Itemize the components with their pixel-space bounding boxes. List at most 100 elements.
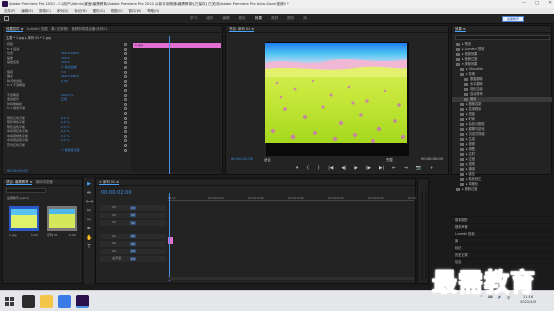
effect-property-value[interactable]: ☐ 保持发光度 (61, 148, 80, 153)
step-forward-button[interactable]: |▶ (366, 166, 371, 171)
timeline-track-row[interactable]: V2 V2 (100, 212, 414, 219)
reset-parameter-icon[interactable] (124, 98, 127, 102)
reset-parameter-icon[interactable] (124, 93, 127, 97)
workspace-tab-audio[interactable]: 音频 (271, 16, 278, 21)
timeline-track-row[interactable]: V3 V3 (100, 205, 414, 211)
tab-sequence-01[interactable]: × 序列 01 ≡ (99, 180, 120, 185)
reset-parameter-icon[interactable] (124, 56, 127, 60)
timeline-scrollbar[interactable] (168, 277, 414, 280)
reset-parameter-icon[interactable] (124, 65, 127, 69)
premiere-pro-taskbar-icon[interactable] (76, 295, 89, 308)
timeline-ruler[interactable]: 00:00 00:00:05:00 00:00:10:00 00:00:15:00 00… (168, 197, 424, 201)
windows-start-icon[interactable] (5, 297, 14, 306)
timeline-track-row[interactable]: A3 A3 (100, 248, 414, 255)
slip-tool-icon[interactable]: ⇿ (86, 217, 92, 223)
program-timecode-current[interactable]: 00:00:02:00 (231, 157, 253, 161)
pen-tool-icon[interactable]: ✒ (86, 226, 92, 232)
sequence-thumbnail[interactable] (47, 206, 77, 231)
ripple-edit-tool-icon[interactable]: ⟷ (86, 199, 93, 205)
track-target-toggle[interactable]: A1 (130, 234, 136, 239)
reset-parameter-icon[interactable] (124, 144, 127, 148)
effects-search-input[interactable] (455, 35, 550, 40)
track-target-toggle[interactable]: V1 (130, 220, 136, 225)
tab-program[interactable]: 节目: 序列 01 ≡ (229, 27, 255, 32)
reset-parameter-icon[interactable] (124, 107, 127, 111)
track-target-toggle[interactable]: A2 (130, 241, 136, 246)
effect-clip-bar[interactable]: 1.jpg (133, 43, 221, 48)
panel-section-header[interactable]: 标记 (452, 244, 552, 251)
add-marker-button[interactable]: ▾ (296, 166, 298, 171)
effects-tree-item[interactable]: ▸ 视频过渡 (452, 187, 552, 192)
export-frame-icon[interactable]: 📷 (416, 166, 422, 171)
reset-parameter-icon[interactable] (124, 84, 127, 88)
timeline-timecode[interactable]: 00:00:02:00 (101, 190, 132, 196)
mark-out-button[interactable]: } (317, 166, 320, 171)
workspace-tab-libraries[interactable]: 库 (303, 16, 307, 21)
workspace-tab-assembly[interactable]: 组件 (206, 16, 213, 21)
reset-parameter-icon[interactable] (124, 134, 127, 138)
timeline-track-row[interactable]: 主声道 0.0 (100, 256, 414, 262)
track-target-toggle[interactable]: A3 (130, 249, 136, 254)
reset-parameter-icon[interactable] (124, 139, 127, 143)
go-to-in-button[interactable]: |◀ (328, 166, 333, 171)
reset-parameter-icon[interactable] (124, 102, 127, 106)
effect-playhead[interactable] (169, 36, 170, 174)
track-target-toggle[interactable]: V3 (130, 205, 136, 210)
tab-effects[interactable]: 效果 ≡ (455, 27, 466, 32)
reset-parameter-icon[interactable] (124, 52, 127, 56)
reset-parameter-icon[interactable] (124, 121, 127, 125)
track-select-tool-icon[interactable]: ⇹ (86, 190, 92, 196)
selection-tool-icon[interactable]: ▶ (86, 181, 92, 187)
reset-parameter-icon[interactable] (124, 61, 127, 65)
maximize-button[interactable]: □ (535, 0, 539, 8)
workspace-tab-graphics[interactable]: 图形 (287, 16, 294, 21)
tab-project[interactable]: 项目: 最需教育 ≡ (6, 180, 33, 185)
track-target-toggle[interactable]: V2 (130, 213, 136, 218)
reset-parameter-icon[interactable] (124, 88, 127, 92)
timeline-track-row[interactable]: A2 A2 (100, 241, 414, 247)
file-explorer-icon[interactable] (22, 295, 35, 308)
panel-section-header[interactable]: Lumetri 颜色 (452, 230, 552, 237)
workspace-badge[interactable]: 最需教育 (502, 16, 524, 22)
program-fit-select[interactable]: 适合 (264, 157, 271, 162)
workspace-tab-color[interactable]: 颜色 (239, 16, 246, 21)
reset-parameter-icon[interactable] (124, 130, 127, 134)
project-search-input[interactable] (6, 188, 46, 193)
reset-parameter-icon[interactable] (124, 47, 127, 51)
tab-lumetri-scopes[interactable]: Lumetri 范围 (27, 27, 48, 31)
extract-button[interactable]: ⇥ (404, 166, 408, 171)
tab-audio-clip-mixer[interactable]: 音频剪辑混合器:序列01 (71, 27, 107, 31)
go-to-out-button[interactable]: ▶| (379, 166, 384, 171)
razor-tool-icon[interactable]: ✂ (86, 208, 92, 214)
browser-icon[interactable] (58, 295, 71, 308)
play-button[interactable]: ▶ (354, 166, 358, 171)
reset-parameter-icon[interactable] (124, 70, 127, 74)
track-target-toggle[interactable]: 0.0 (130, 256, 136, 261)
timeline-track-row[interactable]: A1 A1 (100, 233, 414, 240)
panel-section-header[interactable]: 库 (452, 237, 552, 244)
button-editor-button[interactable]: + (430, 166, 434, 171)
lift-button[interactable]: ⇤ (392, 166, 396, 171)
reset-parameter-icon[interactable] (124, 148, 127, 152)
hand-tool-icon[interactable]: ✋ (86, 235, 92, 241)
panel-section-header[interactable]: 历史记录 (452, 251, 552, 258)
timeline-track-row[interactable]: V1 V1 (100, 220, 414, 226)
reset-parameter-icon[interactable] (124, 111, 127, 115)
mark-in-button[interactable]: { (306, 166, 309, 171)
workspace-tab-effects[interactable]: 效果 (255, 16, 262, 21)
folder-icon[interactable] (40, 295, 53, 308)
tab-effect-controls[interactable]: 效果控件 ≡ (6, 27, 24, 32)
reset-parameter-icon[interactable] (124, 125, 127, 129)
reset-parameter-icon[interactable] (124, 116, 127, 120)
tab-media-browser[interactable]: 媒体浏览器 (36, 180, 53, 184)
project-item-thumbnail[interactable] (9, 206, 39, 231)
close-button[interactable]: ✕ (548, 0, 552, 8)
reset-parameter-icon[interactable] (124, 79, 127, 83)
workspace-tab-editing[interactable]: 编辑 (222, 16, 229, 21)
home-icon[interactable] (4, 16, 9, 21)
effect-property-row[interactable]: ☐ 保持发光度 (3, 148, 128, 153)
timeline-playhead[interactable] (169, 193, 170, 281)
minimize-button[interactable]: — (521, 0, 526, 8)
type-tool-icon[interactable]: T (86, 244, 92, 250)
panel-section-header[interactable]: 基本声音 (452, 223, 552, 230)
